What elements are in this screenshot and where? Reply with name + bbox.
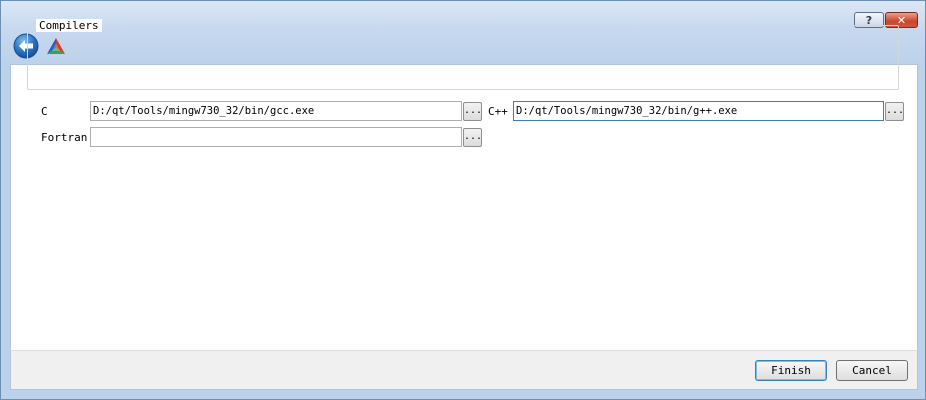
c-compiler-input[interactable]: D:/qt/Tools/mingw730_32/bin/gcc.exe	[90, 101, 462, 121]
c-compiler-label: C	[41, 105, 48, 118]
cpp-compiler-input[interactable]: D:/qt/Tools/mingw730_32/bin/g++.exe	[513, 101, 884, 121]
fortran-compiler-input[interactable]	[90, 127, 462, 147]
c-browse-button[interactable]: ...	[463, 102, 482, 121]
compilers-group-title: Compilers	[36, 19, 102, 32]
cancel-button[interactable]: Cancel	[836, 360, 908, 381]
cpp-browse-button[interactable]: ...	[885, 102, 904, 121]
finish-button[interactable]: Finish	[755, 360, 827, 381]
fortran-compiler-label: Fortran	[41, 131, 88, 144]
compilers-group	[27, 25, 899, 90]
cpp-compiler-label: C++	[488, 105, 508, 118]
fortran-browse-button[interactable]: ...	[463, 128, 482, 147]
